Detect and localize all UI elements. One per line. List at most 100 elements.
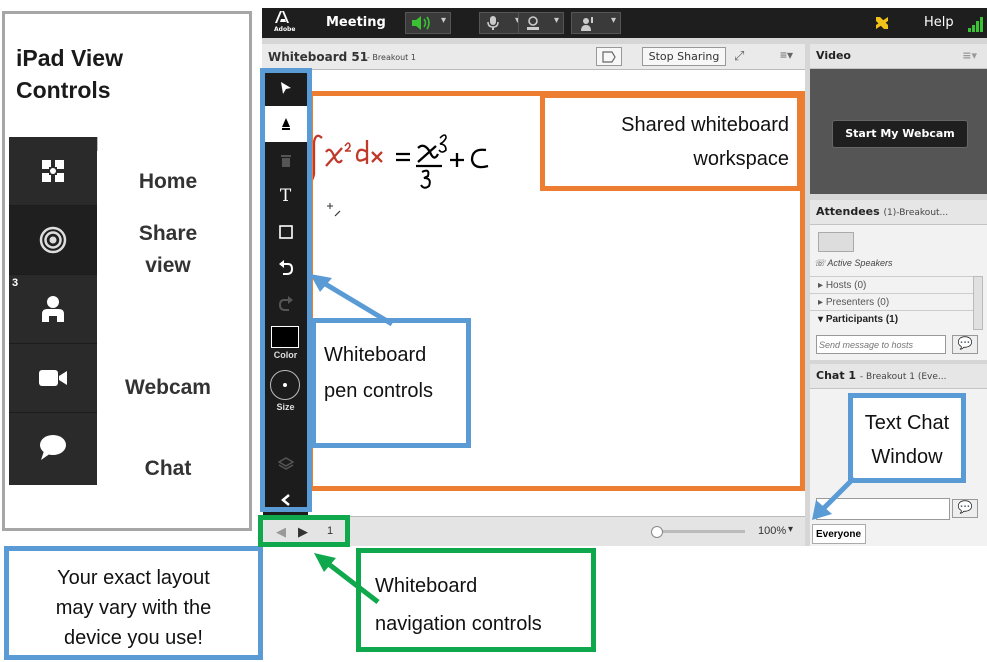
zoom-slider-track[interactable]: [651, 526, 745, 538]
speaker-button[interactable]: ▾: [405, 12, 451, 34]
ipad-title-line1: iPad View: [16, 45, 123, 71]
layout-note-line1: Your exact layout: [57, 567, 210, 589]
share-label-line2: view: [145, 254, 191, 277]
pen-callout-line1: Whiteboard: [324, 344, 427, 366]
speaker-dropdown-icon: ▾: [440, 15, 446, 26]
pen-callout-arrow: [310, 274, 394, 327]
adobe-logo-text: Adobe: [274, 26, 296, 33]
status-dropdown-icon: ▾: [610, 15, 616, 26]
nav-callout-line1: Whiteboard: [375, 575, 478, 597]
webcam-icon: [39, 370, 67, 386]
participants-row[interactable]: ▾ Participants (1): [810, 310, 978, 327]
whiteboard-pod-header: Whiteboard 51 - Breakout 1 Stop Sharing …: [262, 44, 805, 70]
participants-text: Participants (1): [825, 314, 899, 325]
attendees-scrollbar[interactable]: [973, 276, 983, 330]
video-pod: Video ≡▾ Start My Webcam: [810, 44, 987, 194]
start-webcam-button[interactable]: Start My Webcam: [832, 120, 968, 148]
pen-controls-callout: Whiteboard pen controls: [311, 318, 471, 448]
sync-button[interactable]: [596, 47, 622, 66]
text-chat-callout: Text Chat Window: [848, 393, 966, 483]
pen-controls-outline: [260, 68, 312, 512]
ipad-title-line2: Controls: [16, 77, 111, 103]
chat-icon: [40, 435, 66, 460]
raise-hand-icon: [581, 17, 593, 31]
whiteboard-title: Whiteboard 51: [268, 50, 369, 64]
attendees-count: (1)-Breakout...: [883, 208, 949, 218]
whiteboard-breakout: - Breakout 1: [367, 53, 416, 62]
video-title: Video: [816, 49, 851, 62]
ipad-share-view-button[interactable]: [9, 206, 97, 275]
adobe-logo-icon: [275, 11, 289, 23]
meeting-menu[interactable]: Meeting: [326, 15, 386, 30]
pen-callout-line2: pen controls: [324, 380, 433, 402]
fullscreen-icon[interactable]: [876, 17, 888, 29]
nav-callout-line2: navigation controls: [375, 613, 542, 635]
attendees-pod-header: Attendees (1)-Breakout...: [810, 200, 987, 225]
active-speakers-text: Active Speakers: [827, 258, 893, 268]
ipad-webcam-label: Webcam: [125, 376, 211, 399]
zoom-level[interactable]: 100%: [758, 525, 786, 537]
video-menu-icon[interactable]: ≡▾: [962, 44, 977, 68]
adobe-logo: Adobe: [274, 10, 295, 33]
stop-sharing-button[interactable]: Stop Sharing: [642, 47, 726, 66]
send-to-hosts-button[interactable]: 💬: [952, 335, 978, 354]
hosts-row[interactable]: ▸ Hosts (0): [810, 276, 978, 293]
chat-title: Chat 1: [816, 369, 857, 382]
camera-button[interactable]: ▾: [518, 12, 564, 34]
shared-workspace-callout: Shared whiteboard workspace: [540, 93, 802, 191]
ipad-chat-label: Chat: [144, 457, 192, 480]
zoom-dropdown-icon[interactable]: ▾: [788, 524, 793, 535]
chat-callout-line1: Text Chat: [864, 412, 950, 434]
chat-pod-header: Chat 1 - Breakout 1 (Eve...: [810, 364, 987, 389]
hosts-text: Hosts (0): [825, 280, 867, 291]
help-menu[interactable]: Help: [924, 15, 954, 30]
attendees-title: Attendees: [816, 205, 880, 218]
video-pod-header: Video ≡▾: [810, 44, 987, 69]
ipad-chat-button[interactable]: [9, 413, 97, 481]
home-icon: [42, 160, 64, 182]
navigation-callout-arrow: [314, 553, 380, 604]
ipad-attendees-button[interactable]: 3: [9, 275, 97, 344]
connection-strength-icon: [968, 17, 983, 32]
navigation-controls-outline: [258, 515, 350, 547]
ipad-home-button[interactable]: [9, 137, 97, 206]
speaker-icon: [412, 16, 430, 30]
pod-menu-icon[interactable]: ≡▾: [780, 48, 793, 62]
chat-callout-line2: Window: [871, 446, 943, 468]
ipad-nav-bar: 3: [9, 137, 97, 485]
chat-callout-arrow: [812, 476, 856, 520]
microphone-icon: [487, 16, 499, 30]
attendees-icon: [42, 296, 64, 322]
ipad-panel-title: iPad View Controls: [16, 42, 176, 106]
send-to-hosts-input[interactable]: [816, 335, 946, 354]
layout-note-callout: Your exact layout may vary with the devi…: [4, 546, 263, 660]
camera-person-icon: [527, 16, 539, 30]
layout-note-line2: may vary with the: [55, 597, 212, 619]
send-chat-button[interactable]: 💬: [952, 499, 978, 518]
shared-callout-line2: workspace: [693, 148, 789, 170]
presenters-row[interactable]: ▸ Presenters (0): [810, 293, 978, 310]
zoom-slider-handle[interactable]: [651, 526, 663, 538]
ipad-webcam-button[interactable]: [9, 344, 97, 413]
active-speakers-label: ☏ Active Speakers: [814, 258, 892, 269]
layout-note-line3: device you use!: [64, 627, 203, 649]
shared-callout-line1: Shared whiteboard: [621, 114, 789, 136]
chat-send-icon: 💬: [957, 500, 973, 514]
attendees-pod: Attendees (1)-Breakout... ☏ Active Speak…: [810, 200, 987, 360]
presenters-text: Presenters (0): [825, 297, 890, 308]
speech-bubble-icon: 💬: [957, 336, 973, 350]
attendee-view-toggle[interactable]: [818, 232, 854, 252]
attendees-badge: 3: [12, 277, 19, 289]
status-button[interactable]: ▾: [571, 12, 621, 34]
chat-tab-everyone[interactable]: Everyone: [812, 524, 866, 544]
ipad-home-label: Home: [138, 170, 198, 193]
share-label-line1: Share: [138, 222, 198, 245]
ipad-share-view-label: Share view: [118, 218, 218, 282]
menu-bar: Adobe Meeting ▾ ▾ ▾ ▾ Help: [262, 8, 987, 38]
sync-icon: [602, 51, 616, 63]
phone-icon: ☏: [814, 258, 828, 268]
chat-breakout: - Breakout 1 (Eve...: [859, 372, 947, 382]
share-view-icon: [39, 226, 67, 254]
navigation-controls-callout: Whiteboard navigation controls: [356, 548, 596, 652]
maximize-pod-icon[interactable]: ⤢: [734, 48, 744, 64]
